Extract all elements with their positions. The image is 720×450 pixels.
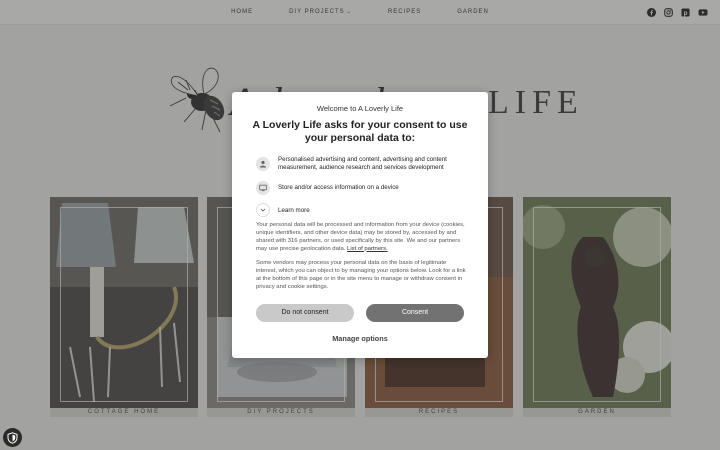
legitimate-interest-text: Some vendors may process your personal d… (256, 260, 466, 290)
dialog-heading: A Loverly Life asks for your consent to … (252, 119, 468, 144)
manage-options-button[interactable]: Manage options (232, 334, 488, 343)
purpose-personalised-advertising: Personalised advertising and content, ad… (256, 156, 468, 172)
dialog-welcome: Welcome to A Loverly Life (316, 104, 404, 113)
purpose-text: Store and/or access information on a dev… (278, 184, 399, 191)
learn-more-toggle[interactable]: Learn more (256, 203, 310, 217)
list-of-partners-link[interactable]: List of partners. (347, 246, 388, 252)
consent-dialog: Welcome to A Loverly Life A Loverly Life… (232, 92, 488, 358)
person-icon (256, 157, 270, 171)
device-icon (256, 181, 270, 195)
data-processing-text: Your personal data will be processed and… (256, 222, 465, 252)
learn-more-label: Learn more (278, 206, 310, 214)
purpose-store-access: Store and/or access information on a dev… (256, 181, 468, 195)
consent-button[interactable]: Consent (366, 304, 464, 322)
privacy-shield-icon[interactable] (3, 428, 22, 447)
chevron-down-icon (256, 203, 270, 217)
do-not-consent-button[interactable]: Do not consent (256, 304, 354, 322)
purpose-text: Personalised advertising and content, ad… (278, 156, 447, 171)
